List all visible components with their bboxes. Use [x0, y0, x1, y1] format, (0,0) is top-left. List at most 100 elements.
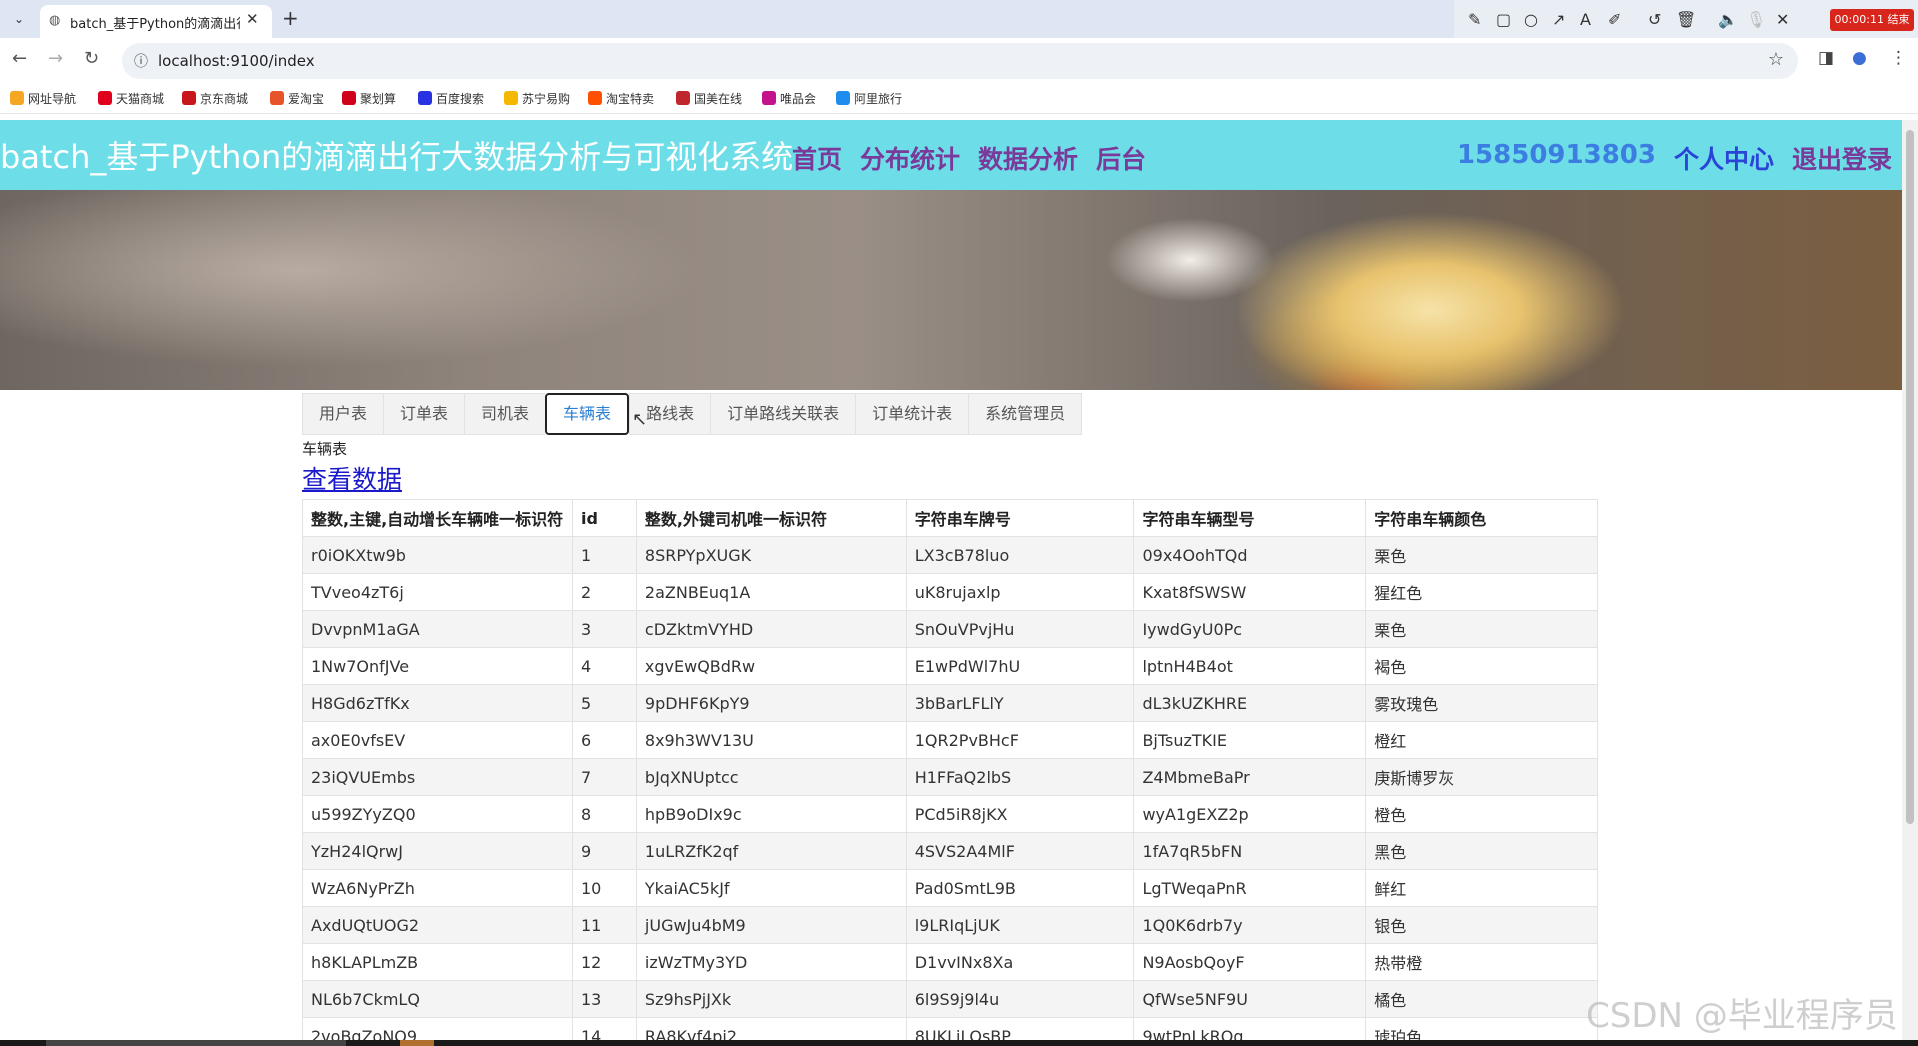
- page-scrollbar[interactable]: [1902, 120, 1918, 1046]
- bookmark-item[interactable]: 京东商城: [182, 90, 248, 107]
- bookmark-item[interactable]: 天猫商城: [98, 90, 164, 107]
- bookmark-item[interactable]: 网址导航: [10, 90, 76, 107]
- table-row: YzH24lQrwJ 9 1uLRZfK2qf 4SVS2A4MlF 1fA7qR5bF…: [302, 832, 1598, 870]
- speaker-icon[interactable]: 🔈: [1718, 10, 1738, 29]
- table-row: r0iOKXtw9b 1 8SRPYpXUGK LX3cB78luo 09x4OohTQ…: [302, 536, 1598, 574]
- browser-menu-icon[interactable]: ⋮: [1890, 48, 1907, 68]
- table-cell: dL3kUZKHRE: [1133, 684, 1367, 722]
- nav-distribution-link[interactable]: 分布统计: [860, 140, 960, 176]
- mic-muted-icon[interactable]: 🎙: [1746, 10, 1766, 29]
- bookmark-item[interactable]: 唯品会: [762, 90, 816, 107]
- annotation-toolbar: ✎ ▢ ○ ↗ A ✐ ↺ 🗑 🔈 🎙 ✕ 00:00:11 结束: [1454, 0, 1918, 38]
- site-title: batch_基于Python的滴滴出行大数据分析与可视化系统: [0, 138, 794, 176]
- table-tab[interactable]: 用户表: [302, 393, 384, 435]
- text-tool-icon[interactable]: A: [1580, 10, 1591, 29]
- bookmark-item[interactable]: 聚划算: [342, 90, 396, 107]
- table-cell: 2: [571, 573, 637, 611]
- bookmark-favicon-icon: [270, 91, 284, 105]
- close-annotation-icon[interactable]: ✕: [1776, 10, 1789, 29]
- table-cell: jUGwJu4bM9: [635, 906, 907, 944]
- table-cell: u599ZYyZQ0: [302, 795, 573, 833]
- side-panel-icon[interactable]: ◨: [1818, 48, 1834, 68]
- table-cell: LX3cB78luo: [905, 536, 1135, 574]
- forward-arrow-icon[interactable]: →: [48, 48, 63, 69]
- reload-icon[interactable]: ↻: [84, 48, 99, 69]
- table-cell: 1Q0K6drb7y: [1133, 906, 1367, 944]
- table-cell: AxdUQtUOG2: [302, 906, 573, 944]
- table-cell: 09x4OohTQd: [1133, 536, 1367, 574]
- table-cell: 1QR2PvBHcF: [905, 721, 1135, 759]
- column-header[interactable]: id: [571, 499, 637, 537]
- rectangle-icon[interactable]: ▢: [1496, 10, 1511, 29]
- address-bar[interactable]: ⓘ localhost:9100/index ☆: [122, 43, 1798, 79]
- table-cell: 3bBarLFLlY: [905, 684, 1135, 722]
- table-cell: 2aZNBEuq1A: [635, 573, 907, 611]
- new-tab-icon[interactable]: +: [282, 6, 299, 30]
- table-cell: 9: [571, 832, 637, 870]
- table-row: H8Gd6zTfKx 5 9pDHF6KpY9 3bBarLFLlY dL3kUZKHR…: [302, 684, 1598, 722]
- bookmark-star-icon[interactable]: ☆: [1768, 49, 1784, 70]
- nav-analysis-link[interactable]: 数据分析: [978, 140, 1078, 176]
- browser-tab[interactable]: ◍ batch_基于Python的滴滴出行大 ✕: [40, 5, 272, 38]
- column-header[interactable]: 字符串车辆颜色: [1365, 499, 1598, 537]
- table-tab[interactable]: 系统管理员: [968, 393, 1083, 435]
- table-cell: Z4MbmeBaPr: [1133, 758, 1367, 796]
- table-cell: TVveo4zT6j: [302, 573, 573, 611]
- circle-icon[interactable]: ○: [1524, 10, 1538, 29]
- table-cell: 1uLRZfK2qf: [635, 832, 907, 870]
- table-tab[interactable]: 司机表: [464, 393, 546, 435]
- highlighter-icon[interactable]: ✐: [1608, 10, 1621, 29]
- table-tabs: 用户表 订单表 司机表 车辆表 路线表 订单路线关联表 订单统计表 系统管理员: [302, 393, 1083, 435]
- bookmark-item[interactable]: 爱淘宝: [270, 90, 324, 107]
- table-row: u599ZYyZQ0 8 hpB9oDIx9c PCd5iR8jKX wyA1gEXZ2…: [302, 795, 1598, 833]
- back-arrow-icon[interactable]: ←: [12, 48, 27, 69]
- watermark: CSDN @毕业程序员: [1586, 996, 1898, 1036]
- column-header[interactable]: 字符串车牌号: [905, 499, 1135, 537]
- column-header[interactable]: 整数,外键司机唯一标识符: [635, 499, 907, 537]
- table-body: r0iOKXtw9b 1 8SRPYpXUGK LX3cB78luo 09x4OohTQ…: [302, 536, 1598, 1046]
- recording-timer[interactable]: 00:00:11 结束: [1830, 9, 1914, 31]
- column-header[interactable]: 字符串车辆型号: [1133, 499, 1367, 537]
- bookmark-favicon-icon: [676, 91, 690, 105]
- site-info-icon[interactable]: ⓘ: [134, 51, 148, 71]
- scrollbar-thumb[interactable]: [1906, 130, 1914, 824]
- table-cell: 13: [571, 980, 637, 1018]
- bookmark-item[interactable]: 淘宝特卖: [588, 90, 654, 107]
- mouse-cursor-icon: ↖: [632, 409, 648, 430]
- arrow-icon[interactable]: ↗: [1552, 10, 1565, 29]
- table-cell: 橘色: [1365, 980, 1598, 1018]
- table-cell: LgTWeqaPnR: [1133, 869, 1367, 907]
- bookmark-label: 聚划算: [360, 92, 397, 106]
- bookmark-item[interactable]: 国美在线: [676, 90, 742, 107]
- bookmark-favicon-icon: [762, 91, 776, 105]
- profile-avatar-icon[interactable]: ●: [1852, 48, 1867, 68]
- table-cell: D1vvINx8Xa: [905, 943, 1135, 981]
- view-data-link[interactable]: 查看数据: [302, 460, 402, 496]
- table-cell: YkaiAC5kJf: [635, 869, 907, 907]
- undo-icon[interactable]: ↺: [1648, 10, 1661, 29]
- user-phone[interactable]: 15850913803: [1457, 140, 1656, 176]
- nav-admin-link[interactable]: 后台: [1096, 140, 1146, 176]
- table-tab[interactable]: 订单表: [383, 393, 465, 435]
- close-tab-icon[interactable]: ✕: [246, 10, 259, 28]
- table-cell: QfWse5NF9U: [1133, 980, 1367, 1018]
- table-tab[interactable]: 订单路线关联表: [710, 393, 856, 435]
- bookmark-item[interactable]: 阿里旅行: [836, 90, 902, 107]
- nav-home-link[interactable]: 首页: [792, 140, 842, 176]
- table-tab[interactable]: 订单统计表: [855, 393, 969, 435]
- pencil-icon[interactable]: ✎: [1468, 10, 1481, 29]
- bookmark-item[interactable]: 百度搜索: [418, 90, 484, 107]
- logout-link[interactable]: 退出登录: [1792, 140, 1892, 176]
- bookmark-favicon-icon: [10, 91, 24, 105]
- table-tab[interactable]: 车辆表: [545, 393, 630, 435]
- user-center-link[interactable]: 个人中心: [1674, 140, 1774, 176]
- table-cell: 10: [571, 869, 637, 907]
- table-row: 1Nw7OnfJVe 4 xgvEwQBdRw E1wPdWl7hU lptnH4B4o…: [302, 647, 1598, 685]
- column-header[interactable]: 整数,主键,自动增长车辆唯一标识符: [302, 499, 573, 537]
- url-text[interactable]: localhost:9100/index: [158, 52, 315, 70]
- banner-image: [0, 190, 1902, 390]
- tab-search-chevron-icon[interactable]: ⌄: [8, 8, 30, 30]
- bookmark-item[interactable]: 苏宁易购: [504, 90, 570, 107]
- table-cell: 4SVS2A4MlF: [905, 832, 1135, 870]
- trash-icon[interactable]: 🗑: [1676, 10, 1696, 29]
